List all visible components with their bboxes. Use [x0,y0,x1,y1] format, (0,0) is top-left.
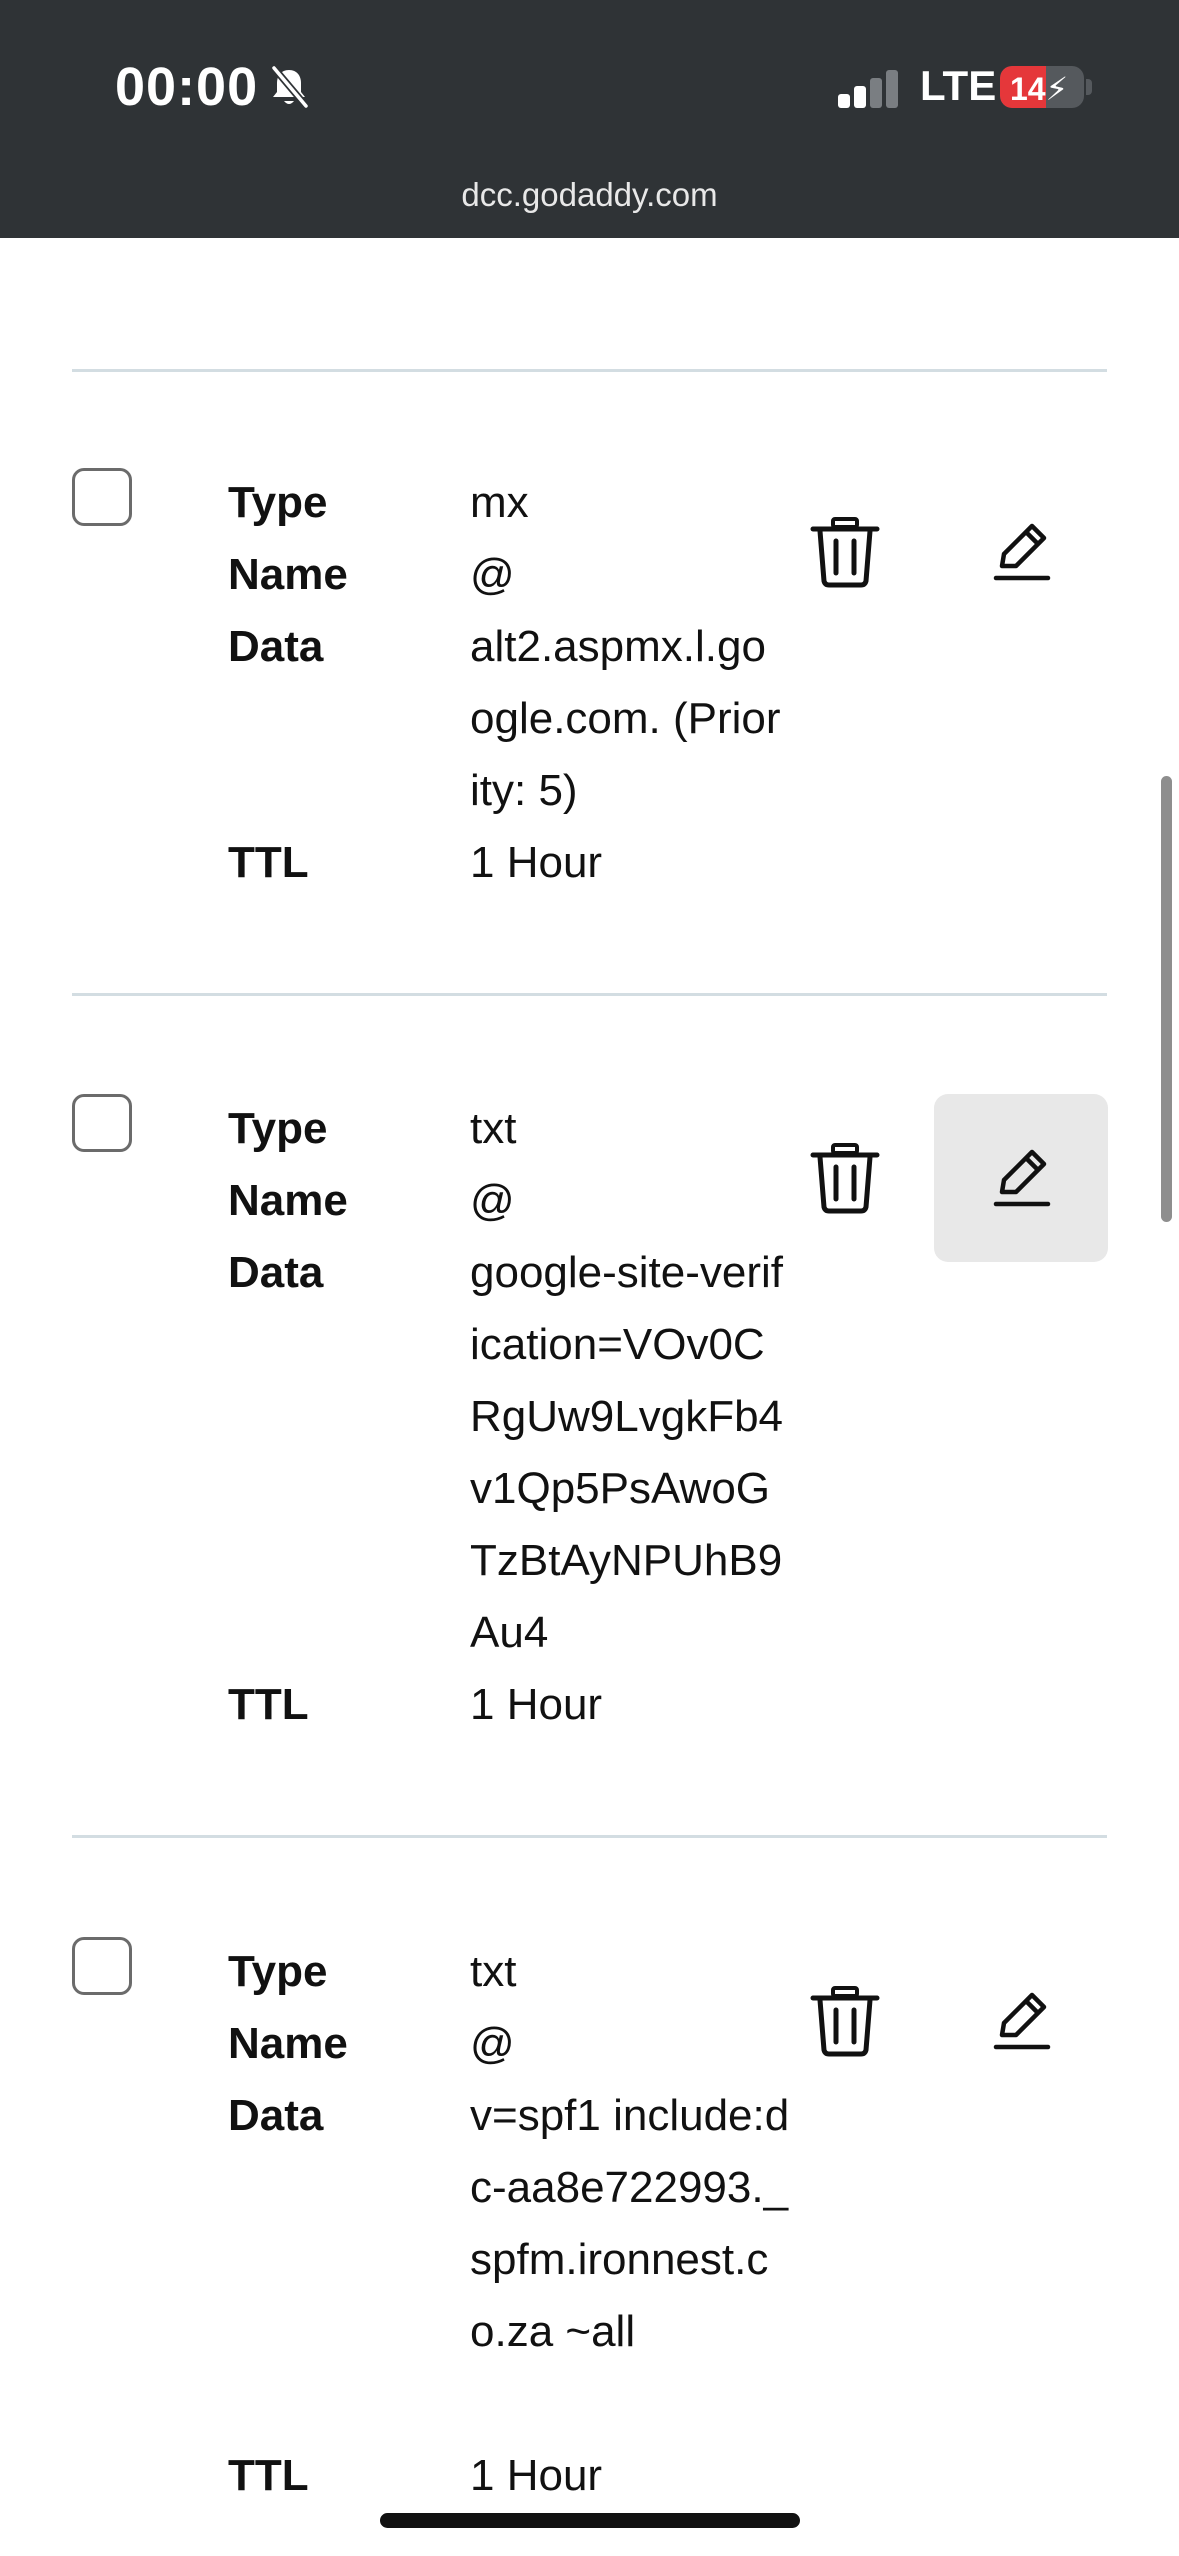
scrollbar[interactable] [1161,776,1172,1222]
data-label: Data [228,2091,324,2140]
ttl-value: 1 Hour [470,1680,603,1729]
cellular-signal-icon [838,68,900,108]
status-bar: 00:00 LTE 14⚡ dcc.godaddy.com [0,0,1179,238]
battery-tip [1086,79,1092,95]
address-bar[interactable]: dcc.godaddy.com [0,176,1179,214]
edit-button[interactable] [934,1094,1108,1262]
trash-icon[interactable] [807,1982,883,2058]
ttl-label: TTL [228,1680,309,1729]
type-value: mx [470,478,529,527]
name-value: @ [470,2019,515,2068]
record-divider [72,993,1107,996]
name-label: Name [228,2019,348,2068]
edit-button[interactable] [934,468,1108,636]
ttl-label: TTL [228,838,309,887]
home-indicator[interactable] [380,2513,800,2528]
edit-button[interactable] [934,1937,1108,2105]
trash-icon[interactable] [807,513,883,589]
data-value: google-site-verification=VOv0CRgUw9LvgkF… [470,1248,784,1657]
data-label: Data [228,622,324,671]
name-label: Name [228,1176,348,1225]
trash-icon[interactable] [807,1139,883,1215]
data-label: Data [228,1248,324,1297]
data-value: v=spf1 include:dc-aa8e722993._spfm.ironn… [470,2091,790,2356]
record-row-data: Data google-site-verification=VOv0CRgUw9… [0,1237,1000,1657]
type-label: Type [228,1104,328,1153]
type-label: Type [228,478,328,527]
name-value: @ [470,1176,515,1225]
pencil-icon [993,1149,1051,1207]
name-value: @ [470,550,515,599]
pencil-icon [993,1992,1051,2050]
network-type: LTE [920,62,997,109]
ttl-label: TTL [228,2451,309,2500]
ttl-value: 1 Hour [470,2451,603,2500]
record-divider [72,369,1107,372]
battery-level: 14⚡ [1009,71,1069,107]
type-label: Type [228,1947,328,1996]
bell-slash-icon [271,65,309,109]
name-label: Name [228,550,348,599]
data-value: alt2.aspmx.l.google.com. (Priority: 5) [470,622,781,815]
status-time: 00:00 [115,57,259,117]
record-row-ttl: TTL 1 Hour [0,1669,1000,1741]
type-value: txt [470,1947,517,1996]
battery-icon: 14⚡ [1000,66,1084,108]
record-row-data: Data alt2.aspmx.l.google.com. (Priority:… [0,611,1000,815]
record-row-ttl: TTL 1 Hour [0,827,1000,899]
record-row-data: Data v=spf1 include:dc-aa8e722993._spfm.… [0,2080,1000,2356]
record-divider [72,1835,1107,1838]
type-value: txt [470,1104,517,1153]
ttl-value: 1 Hour [470,838,603,887]
record-row-ttl: TTL 1 Hour [0,2440,1000,2512]
pencil-icon [993,523,1051,581]
